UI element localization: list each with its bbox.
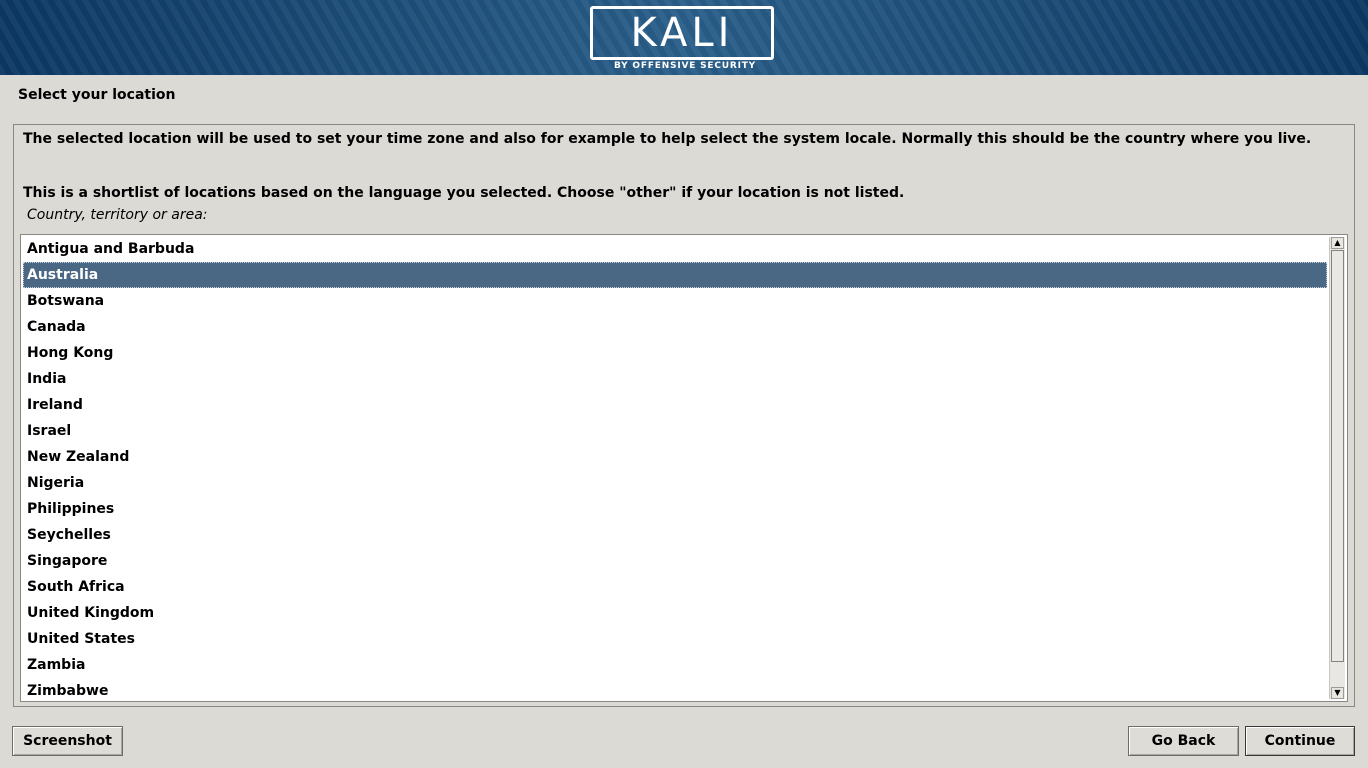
shortlist-note: This is a shortlist of locations based o… — [23, 185, 905, 201]
list-item-selected[interactable]: Australia — [23, 262, 1327, 288]
kali-logo-subtext: BY OFFENSIVE SECURITY — [614, 61, 756, 71]
list-item[interactable]: Antigua and Barbuda — [23, 236, 1327, 262]
go-back-button[interactable]: Go Back — [1128, 726, 1239, 756]
list-item[interactable]: Zimbabwe — [23, 678, 1327, 701]
country-field-label: Country, territory or area: — [27, 207, 208, 223]
list-item[interactable]: Ireland — [23, 392, 1327, 418]
list-item[interactable]: India — [23, 366, 1327, 392]
list-item[interactable]: United States — [23, 626, 1327, 652]
header-banner: KALI BY OFFENSIVE SECURITY — [0, 0, 1368, 75]
kali-logo: KALI — [590, 6, 774, 60]
page-title: Select your location — [18, 87, 176, 103]
list-item[interactable]: Philippines — [23, 496, 1327, 522]
scroll-up-arrow-icon[interactable]: ▲ — [1331, 237, 1344, 249]
description-text: The selected location will be used to se… — [23, 131, 1312, 147]
list-item[interactable]: Canada — [23, 314, 1327, 340]
list-item[interactable]: South Africa — [23, 574, 1327, 600]
list-item[interactable]: Israel — [23, 418, 1327, 444]
list-item[interactable]: Nigeria — [23, 470, 1327, 496]
list-item[interactable]: New Zealand — [23, 444, 1327, 470]
continue-button[interactable]: Continue — [1245, 726, 1355, 756]
list-scrollbar[interactable]: ▲ ▼ — [1329, 237, 1345, 699]
list-item[interactable]: United Kingdom — [23, 600, 1327, 626]
list-item[interactable]: Botswana — [23, 288, 1327, 314]
screenshot-button[interactable]: Screenshot — [12, 726, 123, 756]
country-list[interactable]: Antigua and Barbuda Australia Botswana C… — [20, 234, 1348, 702]
scroll-thumb[interactable] — [1331, 250, 1344, 662]
list-item[interactable]: Seychelles — [23, 522, 1327, 548]
list-item[interactable]: Zambia — [23, 652, 1327, 678]
list-item[interactable]: Singapore — [23, 548, 1327, 574]
list-item[interactable]: Hong Kong — [23, 340, 1327, 366]
scroll-down-arrow-icon[interactable]: ▼ — [1331, 687, 1344, 699]
